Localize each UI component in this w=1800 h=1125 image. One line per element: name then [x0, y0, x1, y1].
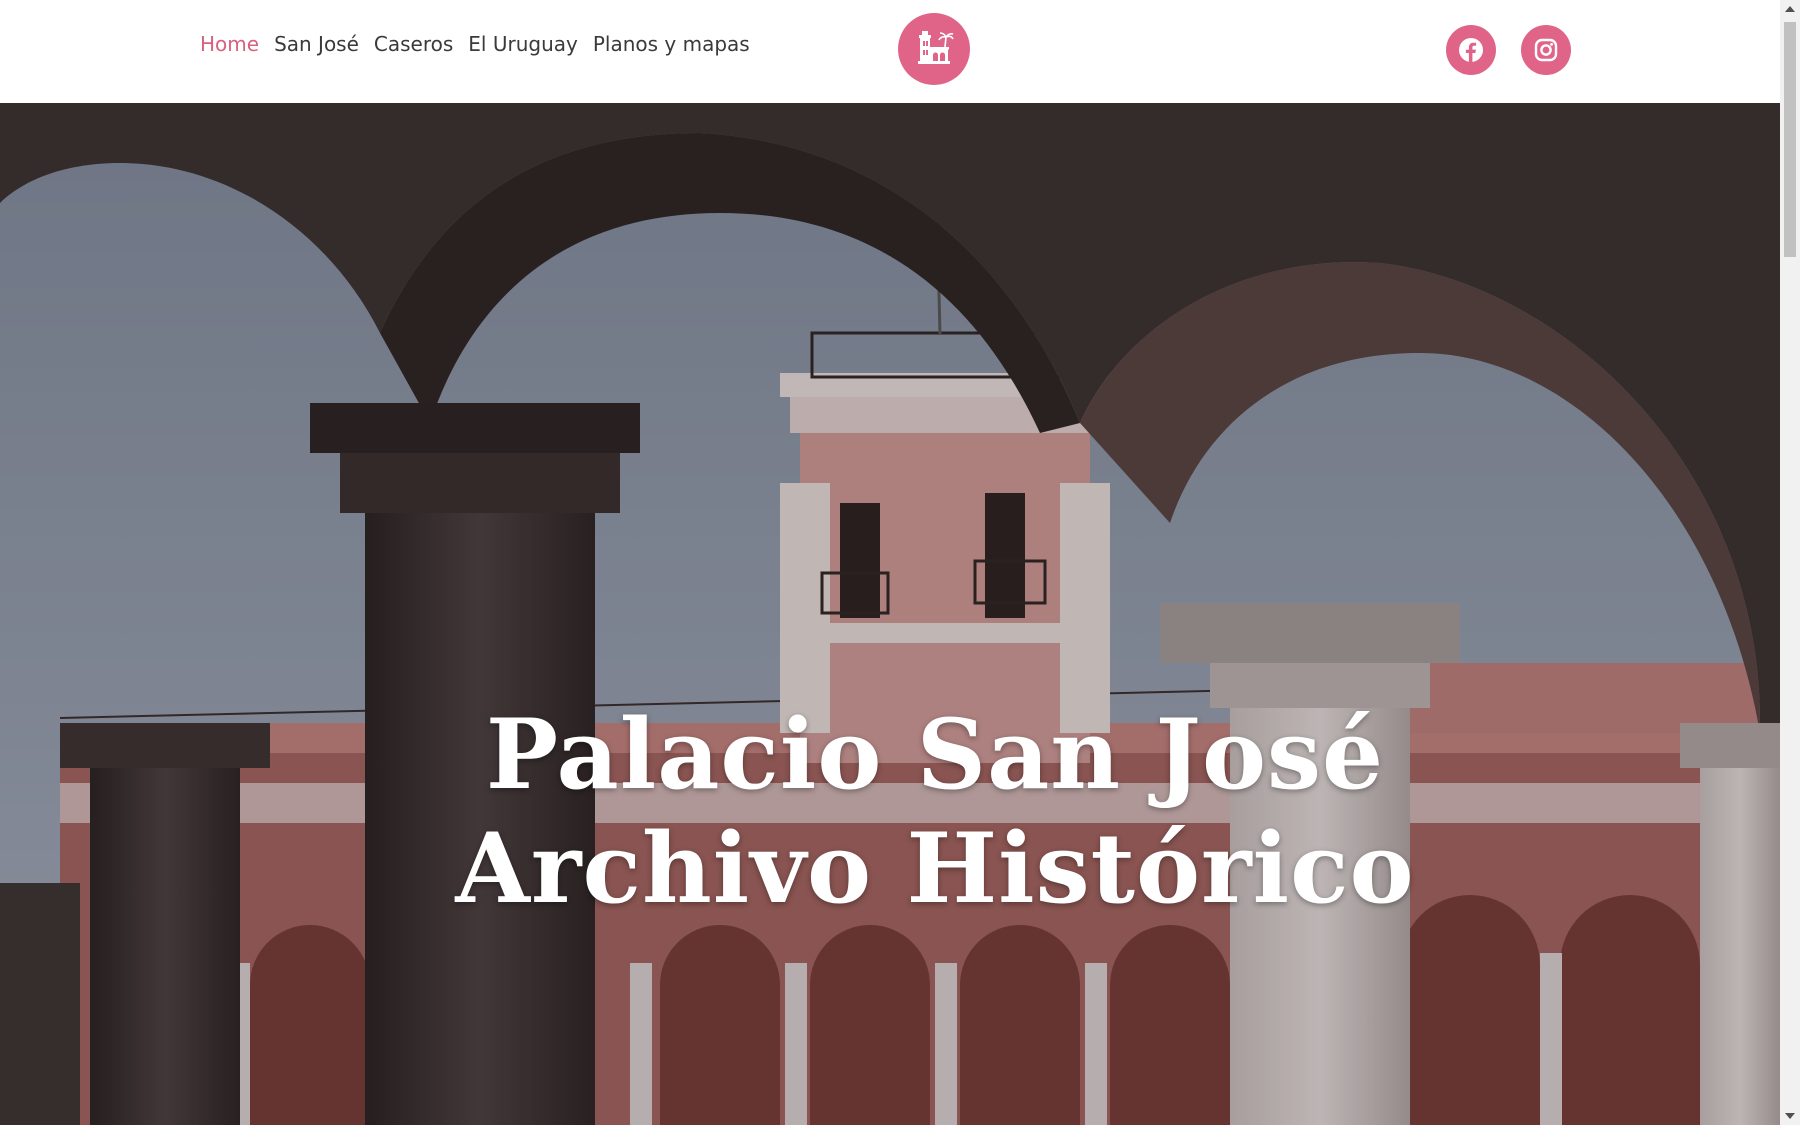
hero-title-line1: Palacio San José [485, 698, 1385, 811]
vertical-scrollbar[interactable] [1780, 0, 1800, 1125]
hero-section: Palacio San José Archivo Histórico [0, 103, 1780, 1125]
scrollbar-thumb[interactable] [1784, 22, 1796, 257]
hero-background-photo [0, 103, 1780, 1125]
facebook-icon [1459, 38, 1483, 63]
hero-title-line2: Archivo Histórico [455, 812, 1415, 925]
site-logo[interactable] [898, 13, 970, 85]
nav-planos-y-mapas[interactable]: Planos y mapas [593, 28, 750, 60]
scroll-up-arrow[interactable] [1785, 6, 1795, 12]
nav-caseros[interactable]: Caseros [374, 28, 453, 60]
nav-home[interactable]: Home [200, 28, 259, 60]
scroll-down-arrow[interactable] [1785, 1113, 1795, 1119]
instagram-icon [1534, 38, 1558, 62]
nav-el-uruguay[interactable]: El Uruguay [468, 28, 578, 60]
palace-tower-logo-icon [918, 31, 954, 64]
site-header: Home San José Caseros El Uruguay Planos … [0, 0, 1780, 103]
hero-title: Palacio San José Archivo Histórico [0, 698, 1780, 926]
instagram-button[interactable] [1521, 25, 1571, 75]
facebook-button[interactable] [1446, 25, 1496, 75]
page: Home San José Caseros El Uruguay Planos … [0, 0, 1780, 1125]
nav-san-jose[interactable]: San José [274, 28, 359, 60]
main-nav: Home San José Caseros El Uruguay Planos … [200, 28, 750, 60]
